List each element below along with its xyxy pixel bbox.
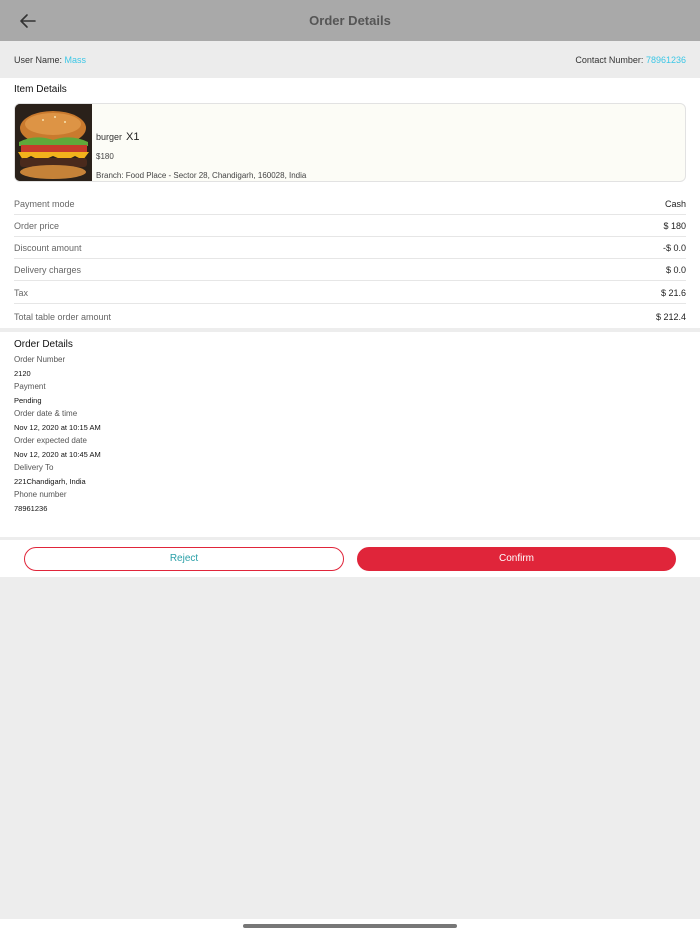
order-date-value: Nov 12, 2020 at 10:15 AM	[14, 423, 101, 432]
summary-row-delivery: Delivery charges $ 0.0	[14, 259, 686, 281]
payment-label: Payment	[14, 382, 46, 391]
confirm-button[interactable]: Confirm	[357, 547, 676, 571]
summary-label: Order price	[14, 221, 60, 231]
summary-row-discount: Discount amount -$ 0.0	[14, 237, 686, 259]
item-details-title: Item Details	[14, 84, 67, 95]
contact-number-value[interactable]: 78961236	[646, 55, 686, 65]
expected-date-value: Nov 12, 2020 at 10:45 AM	[14, 450, 101, 459]
phone-number-value: 78961236	[14, 504, 48, 513]
item-branch: Branch: Food Place - Sector 28, Chandiga…	[96, 171, 307, 180]
item-name: burger	[96, 132, 123, 142]
summary-value: -$ 0.0	[662, 243, 686, 253]
order-number-value: 2120	[14, 369, 31, 378]
contact-number-label: Contact Number:	[575, 55, 644, 65]
summary-label: Payment mode	[14, 199, 75, 209]
delivery-to-value: 221Chandigarh, India	[14, 477, 86, 486]
delivery-to-label: Delivery To	[14, 463, 54, 472]
item-card: burger X1 $180 Branch: Food Place - Secto…	[14, 103, 686, 182]
order-details-title: Order Details	[14, 339, 73, 350]
summary-value: $ 0.0	[665, 265, 686, 275]
home-indicator[interactable]	[243, 924, 457, 928]
contact-number-line: Contact Number: 78961236	[575, 55, 686, 65]
summary-value: $ 180	[663, 221, 686, 231]
item-name-line: burger X1	[96, 131, 139, 143]
order-number-label: Order Number	[14, 355, 66, 364]
burger-image	[15, 104, 92, 181]
order-date-label: Order date & time	[14, 409, 78, 418]
item-price: $180	[96, 152, 114, 161]
summary-label: Total table order amount	[14, 312, 112, 322]
summary-value: Cash	[664, 199, 686, 209]
summary-row-tax: Tax $ 21.6	[14, 282, 686, 304]
user-name-line: User Name: Mass	[14, 55, 86, 65]
page-title: Order Details	[309, 13, 391, 28]
top-bar: Order Details	[0, 0, 700, 41]
summary-value: $ 21.6	[660, 288, 686, 298]
user-info-bar: User Name: Mass Contact Number: 78961236	[0, 41, 700, 78]
summary-label: Discount amount	[14, 243, 82, 253]
user-name-value: Mass	[64, 55, 87, 65]
summary-value: $ 212.4	[655, 312, 686, 322]
summary-label: Delivery charges	[14, 265, 82, 275]
order-details-section: Order Details Order Number 2120 Payment …	[0, 332, 700, 537]
home-indicator-bar	[0, 919, 700, 934]
summary-row-payment-mode: Payment mode Cash	[14, 193, 686, 215]
summary-row-total: Total table order amount $ 212.4	[14, 306, 686, 328]
item-quantity: X1	[126, 131, 140, 143]
summary-row-order-price: Order price $ 180	[14, 215, 686, 237]
phone-number-label: Phone number	[14, 490, 67, 499]
summary-label: Tax	[14, 288, 29, 298]
item-details-section: Item Details burger X1 $180 Branch: Food …	[0, 78, 700, 328]
reject-button[interactable]: Reject	[24, 547, 344, 571]
expected-date-label: Order expected date	[14, 436, 87, 445]
payment-value: Pending	[14, 396, 42, 405]
user-name-label: User Name:	[14, 55, 63, 65]
action-bar: Reject Confirm	[0, 540, 700, 577]
